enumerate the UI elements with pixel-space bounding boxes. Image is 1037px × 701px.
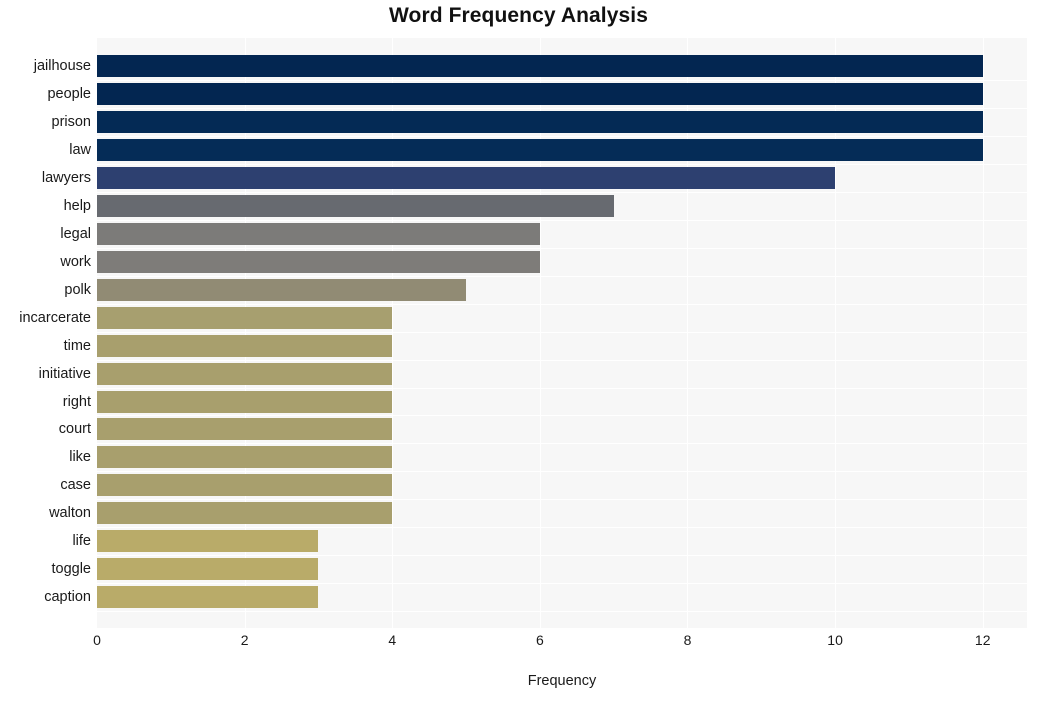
gridline-horizontal (97, 304, 1027, 305)
y-axis-tick-label: lawyers (41, 169, 91, 186)
x-axis-tick-label: 0 (93, 632, 101, 648)
gridline-vertical (982, 38, 984, 628)
y-axis-tick-label: polk (64, 281, 91, 298)
gridline-horizontal (97, 499, 1027, 500)
gridline-horizontal (97, 332, 1027, 333)
gridline-horizontal (97, 136, 1027, 137)
bar[interactable] (97, 362, 393, 385)
gridline-horizontal (97, 108, 1027, 109)
gridline-horizontal (97, 443, 1027, 444)
bar[interactable] (97, 54, 983, 77)
bar[interactable] (97, 306, 393, 329)
gridline-horizontal (97, 220, 1027, 221)
bar[interactable] (97, 418, 393, 441)
gridline-horizontal (97, 555, 1027, 556)
bar[interactable] (97, 222, 540, 245)
y-axis-tick-label: prison (51, 113, 92, 130)
y-axis-tick-label: caption (44, 589, 91, 606)
y-axis-tick-label: legal (60, 225, 91, 242)
x-axis-tick-label: 8 (683, 632, 692, 648)
bar[interactable] (97, 558, 319, 581)
gridline-horizontal (97, 80, 1027, 81)
y-axis-tick-label: time (63, 337, 91, 354)
y-axis-tick-label: like (69, 449, 91, 466)
y-axis-tick-label: people (47, 85, 91, 102)
bar[interactable] (97, 446, 393, 469)
x-axis-tick-label: 6 (535, 632, 544, 648)
gridline-horizontal (97, 527, 1027, 528)
y-axis-tick-label: toggle (51, 561, 91, 578)
bar[interactable] (97, 194, 614, 217)
chart-figure: Word Frequency Analysis jailhouse people p… (0, 0, 1037, 701)
gridline-horizontal (97, 471, 1027, 472)
bar[interactable] (97, 334, 393, 357)
plot-area (97, 38, 1027, 628)
y-axis-tick-label: walton (49, 505, 91, 522)
gridline-horizontal (97, 415, 1027, 416)
y-axis-tick-label: life (72, 533, 91, 550)
bar[interactable] (97, 502, 393, 525)
gridline-horizontal (97, 388, 1027, 389)
bar[interactable] (97, 530, 319, 553)
x-axis-label: Frequency (527, 673, 597, 689)
bar[interactable] (97, 474, 393, 497)
y-axis-tick-label: work (60, 253, 91, 270)
bar[interactable] (97, 278, 467, 301)
chart-title: Word Frequency Analysis (388, 4, 649, 27)
x-axis-tick-label: 12 (974, 632, 991, 648)
gridline-horizontal (97, 164, 1027, 165)
y-axis-tick-label: jailhouse (33, 57, 91, 74)
bar[interactable] (97, 166, 836, 189)
x-axis-tick-label: 4 (388, 632, 397, 648)
y-axis-tick-label: case (60, 477, 91, 494)
y-axis-tick-label: incarcerate (19, 309, 91, 326)
x-axis-tick-label: 10 (827, 632, 843, 648)
gridline-horizontal (97, 248, 1027, 249)
gridline-horizontal (97, 360, 1027, 361)
x-axis-tick-label: 2 (240, 632, 249, 648)
gridline-horizontal (97, 611, 1027, 612)
bar[interactable] (97, 138, 983, 161)
y-axis-tick-label: court (58, 421, 91, 438)
gridline-horizontal (97, 192, 1027, 193)
y-axis-tick-label: initiative (38, 365, 91, 382)
bar[interactable] (97, 82, 983, 105)
y-axis-tick-label: right (62, 393, 91, 410)
bar[interactable] (97, 250, 540, 273)
bar[interactable] (97, 390, 393, 413)
bar[interactable] (97, 586, 319, 609)
y-axis-tick-label: help (63, 197, 91, 214)
gridline-horizontal (97, 583, 1027, 584)
gridline-horizontal (97, 276, 1027, 277)
y-axis-tick-label: law (69, 141, 91, 158)
bar[interactable] (97, 110, 983, 133)
